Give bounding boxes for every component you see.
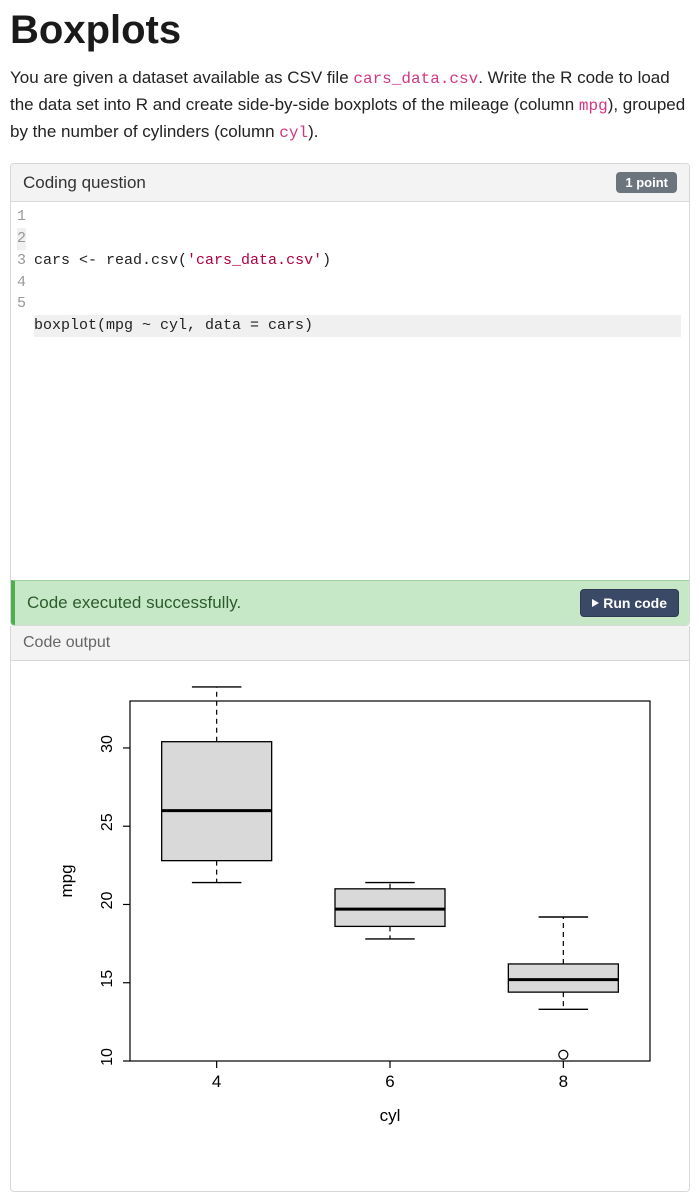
code-panel-title: Coding question [23,173,146,193]
svg-text:cyl: cyl [380,1106,401,1125]
code-panel-header: Coding question 1 point [11,164,689,202]
svg-text:15: 15 [99,970,116,988]
output-header: Code output [11,626,689,661]
code-lines[interactable]: cars <- read.csv('cars_data.csv') boxplo… [34,202,689,580]
code-line-2[interactable]: boxplot(mpg ~ cyl, data = cars) [34,315,681,337]
intro-text-4: ). [308,122,318,141]
status-bar: Code executed successfully. Run code [11,580,689,625]
code-line-5[interactable] [34,511,681,533]
code-col-cyl: cyl [279,124,308,142]
status-text: Code executed successfully. [27,593,241,613]
code-line-4[interactable] [34,446,681,468]
svg-text:30: 30 [99,735,116,753]
svg-text:25: 25 [99,813,116,831]
code-col-mpg: mpg [579,97,608,115]
svg-text:6: 6 [385,1072,394,1091]
svg-text:mpg: mpg [57,865,76,898]
points-badge: 1 point [616,172,677,193]
code-filename: cars_data.csv [353,70,478,88]
play-icon [592,599,599,607]
plot-container: 10 15 20 25 30 mpg 4 6 8 cyl [11,661,689,1191]
intro-text-1: You are given a dataset available as CSV… [10,68,353,87]
run-code-label: Run code [603,595,667,611]
svg-text:10: 10 [99,1048,116,1066]
code-line-3[interactable] [34,380,681,402]
page-title: Boxplots [10,8,690,53]
boxplot: 10 15 20 25 30 mpg 4 6 8 cyl [30,671,670,1171]
code-line-1[interactable]: cars <- read.csv('cars_data.csv') [34,250,681,272]
output-panel: Code output 10 15 20 25 30 mpg 4 6 8 cyl [10,626,690,1192]
code-editor[interactable]: 1 2 3 4 5 cars <- read.csv('cars_data.cs… [11,202,689,580]
svg-text:4: 4 [212,1072,221,1091]
code-gutter: 1 2 3 4 5 [11,202,34,580]
svg-text:8: 8 [559,1072,568,1091]
code-panel: Coding question 1 point 1 2 3 4 5 cars <… [10,163,690,626]
intro-paragraph: You are given a dataset available as CSV… [10,65,690,145]
run-code-button[interactable]: Run code [580,589,679,617]
svg-text:20: 20 [99,892,116,910]
